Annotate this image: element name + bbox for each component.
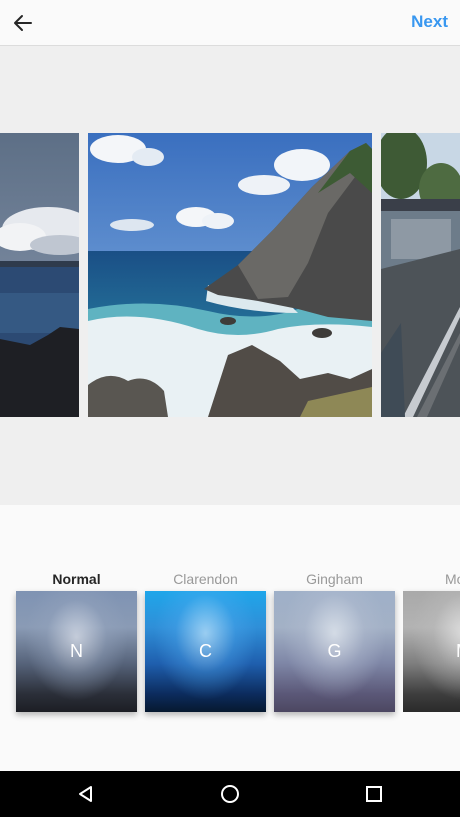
filter-letter: N [70, 641, 83, 661]
filter-label: Mo [445, 571, 460, 587]
photo-preview-area [0, 46, 460, 505]
arrow-left-icon [14, 15, 32, 31]
home-circle-icon [221, 785, 239, 803]
filter-label: Clarendon [173, 571, 238, 587]
filter-thumbnail[interactable]: C [145, 591, 266, 712]
top-bar: Next [0, 0, 460, 46]
filter-moon[interactable]: Mo M [403, 567, 460, 712]
system-navigation-bar [0, 771, 460, 817]
filter-letter: G [327, 641, 342, 661]
filter-clarendon[interactable]: Clarendon C [145, 567, 266, 712]
system-back-button[interactable] [74, 782, 98, 806]
previous-photo[interactable] [0, 133, 79, 417]
filter-gingham[interactable]: Gingham G [274, 567, 395, 712]
filter-normal[interactable]: Normal N [16, 567, 137, 712]
current-photo[interactable] [88, 133, 372, 417]
filter-panel: Normal N Clarendon C Gingham G Mo M [0, 505, 460, 771]
back-button[interactable] [8, 8, 38, 38]
system-home-button[interactable] [218, 782, 242, 806]
system-recents-button[interactable] [362, 782, 386, 806]
filter-letter: C [199, 641, 212, 661]
recents-square-icon [366, 786, 382, 802]
filter-thumbnail[interactable]: M [403, 591, 460, 712]
filter-letter: M [456, 641, 460, 662]
back-triangle-icon [79, 786, 92, 802]
filter-label: Gingham [306, 571, 363, 587]
filter-label: Normal [52, 571, 101, 587]
filter-thumbnail[interactable]: N [16, 591, 137, 712]
next-button[interactable]: Next [411, 12, 448, 32]
filter-thumbnail[interactable]: G [274, 591, 395, 712]
next-photo[interactable] [381, 133, 460, 417]
